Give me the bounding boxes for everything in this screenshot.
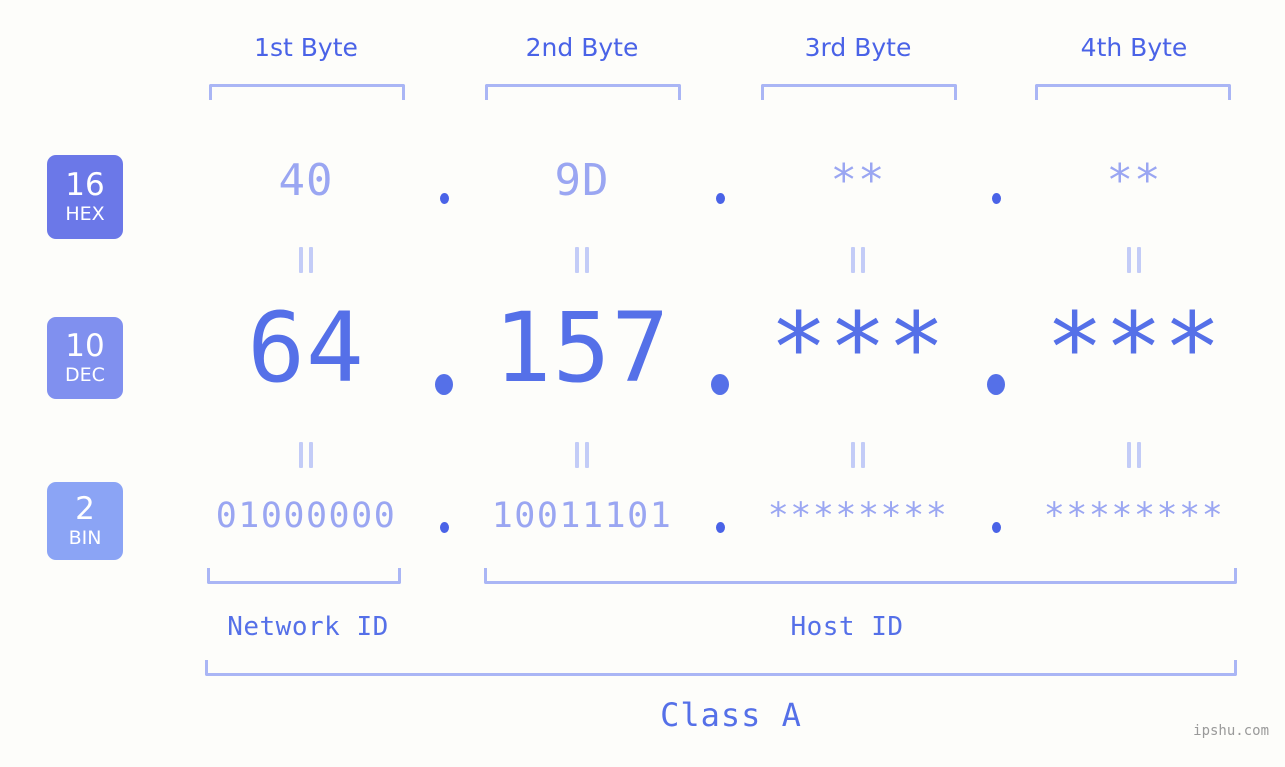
dec-separator-dot-2 [711,374,729,395]
bin-byte-1: 01000000 [215,496,397,536]
bin-separator-dot-3 [991,522,1001,533]
network-id-label: Network ID [227,612,389,642]
equality-mark-1-2 [567,247,597,273]
base-badge-hex-number: 16 [65,167,105,203]
bin-byte-4: ******** [1043,496,1225,536]
class-bracket [205,660,1237,676]
byte-header-4: 4th Byte [1080,33,1188,62]
bin-byte-2: 10011101 [491,496,673,536]
byte-header-3: 3rd Byte [804,33,912,62]
site-watermark: ipshu.com [1193,723,1269,739]
dec-byte-3: *** [769,292,947,404]
base-badge-hex: 16 HEX [47,155,123,239]
base-badge-dec-number: 10 [65,328,105,364]
equality-mark-2-4 [1119,442,1149,468]
hex-separator-dot-3 [991,193,1001,204]
equality-mark-1-3 [843,247,873,273]
bin-separator-dot-2 [715,522,725,533]
bin-separator-dot-1 [439,522,449,533]
dec-byte-2: 157 [493,292,671,404]
dec-byte-4: *** [1045,292,1223,404]
byte-bracket-4 [1035,84,1231,100]
byte-bracket-1 [209,84,405,100]
byte-header-2: 2nd Byte [525,33,639,62]
hex-byte-4: ** [1106,155,1162,206]
host-id-bracket [484,568,1237,584]
hex-separator-dot-2 [715,193,725,204]
equality-mark-2-2 [567,442,597,468]
equality-mark-1-4 [1119,247,1149,273]
host-id-label: Host ID [790,612,904,642]
network-id-bracket [207,568,401,584]
equality-mark-2-3 [843,442,873,468]
bin-byte-3: ******** [767,496,949,536]
dec-separator-dot-3 [987,374,1005,395]
base-badge-bin: 2 BIN [47,482,123,560]
base-badge-bin-name: BIN [68,527,102,549]
hex-separator-dot-1 [439,193,449,204]
ip-byte-breakdown-diagram: 1st Byte 2nd Byte 3rd Byte 4th Byte 16 H… [0,0,1285,767]
byte-bracket-2 [485,84,681,100]
byte-header-1: 1st Byte [254,33,358,62]
equality-mark-1-1 [291,247,321,273]
hex-byte-2: 9D [554,155,610,206]
byte-bracket-3 [761,84,957,100]
base-badge-dec-name: DEC [65,364,105,386]
equality-mark-2-1 [291,442,321,468]
dec-byte-1: 64 [247,292,365,404]
hex-byte-3: ** [830,155,886,206]
base-badge-bin-number: 2 [75,491,95,527]
base-badge-hex-name: HEX [65,203,105,225]
dec-separator-dot-1 [435,374,453,395]
base-badge-dec: 10 DEC [47,317,123,399]
class-label: Class A [660,696,802,734]
hex-byte-1: 40 [278,155,334,206]
